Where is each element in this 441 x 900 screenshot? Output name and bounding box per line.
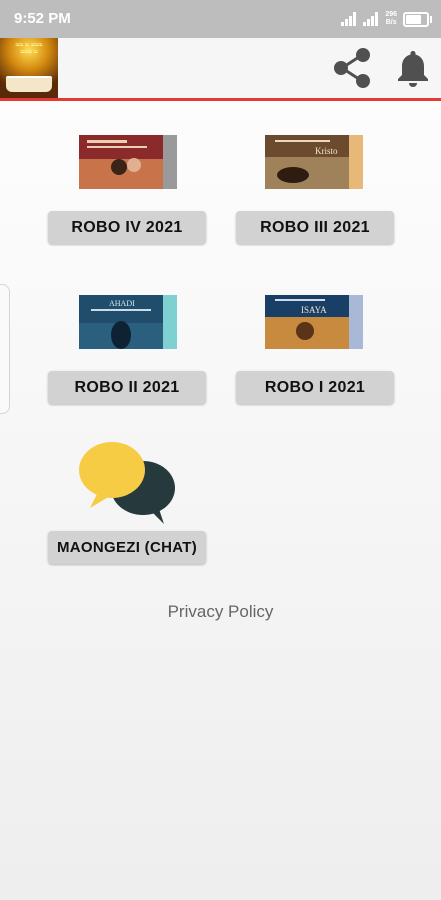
robo-ii-button[interactable]: ROBO II 2021 [48, 371, 206, 404]
battery-fill [406, 14, 421, 24]
chat-icon[interactable] [76, 440, 180, 526]
cover-robo-iii[interactable]: Kristo [265, 135, 363, 189]
privacy-policy-link[interactable]: Privacy Policy [0, 602, 441, 622]
cover-robo-ii-title: AHADI [109, 299, 135, 308]
cover-robo-iii-art [265, 135, 363, 189]
robo-iii-button[interactable]: ROBO III 2021 [236, 211, 394, 244]
signal-icon-2 [363, 12, 379, 26]
logo-book [6, 76, 52, 92]
status-bar: 9:52 PM 296 B/s [0, 0, 441, 38]
notifications-button[interactable] [392, 46, 434, 90]
status-icons: 296 B/s [341, 9, 432, 29]
chat-button[interactable]: MAONGEZI (CHAT) [48, 531, 206, 564]
net-speed: 296 B/s [385, 11, 397, 27]
cover-robo-iv-art [79, 135, 177, 189]
share-button[interactable] [330, 46, 376, 90]
share-icon [334, 48, 370, 88]
bell-icon [398, 51, 428, 87]
robo-i-button[interactable]: ROBO I 2021 [236, 371, 394, 404]
chat-bubbles-icon [79, 442, 175, 524]
drawer-handle[interactable] [0, 284, 10, 414]
cover-robo-i[interactable]: ISAYA [265, 295, 363, 349]
cover-robo-iv[interactable] [79, 135, 177, 189]
cover-robo-iii-title: Kristo [315, 146, 338, 156]
net-speed-value: 296 [385, 11, 397, 18]
cover-robo-i-title: ISAYA [301, 305, 327, 315]
app-bar: ≈≈ ≈ ≈≈≈ ≈≈≈ ≈ [0, 38, 441, 101]
signal-icon [341, 12, 357, 26]
status-time: 9:52 PM [14, 10, 71, 27]
app-logo: ≈≈ ≈ ≈≈≈ ≈≈≈ ≈ [0, 38, 58, 98]
robo-iv-button[interactable]: ROBO IV 2021 [48, 211, 206, 244]
cover-robo-i-art [265, 295, 363, 349]
net-speed-unit: B/s [385, 19, 397, 26]
logo-lettering: ≈≈ ≈ ≈≈≈ ≈≈≈ ≈ [15, 42, 43, 56]
battery-icon [403, 11, 432, 27]
cover-robo-ii[interactable]: AHADI [79, 295, 177, 349]
